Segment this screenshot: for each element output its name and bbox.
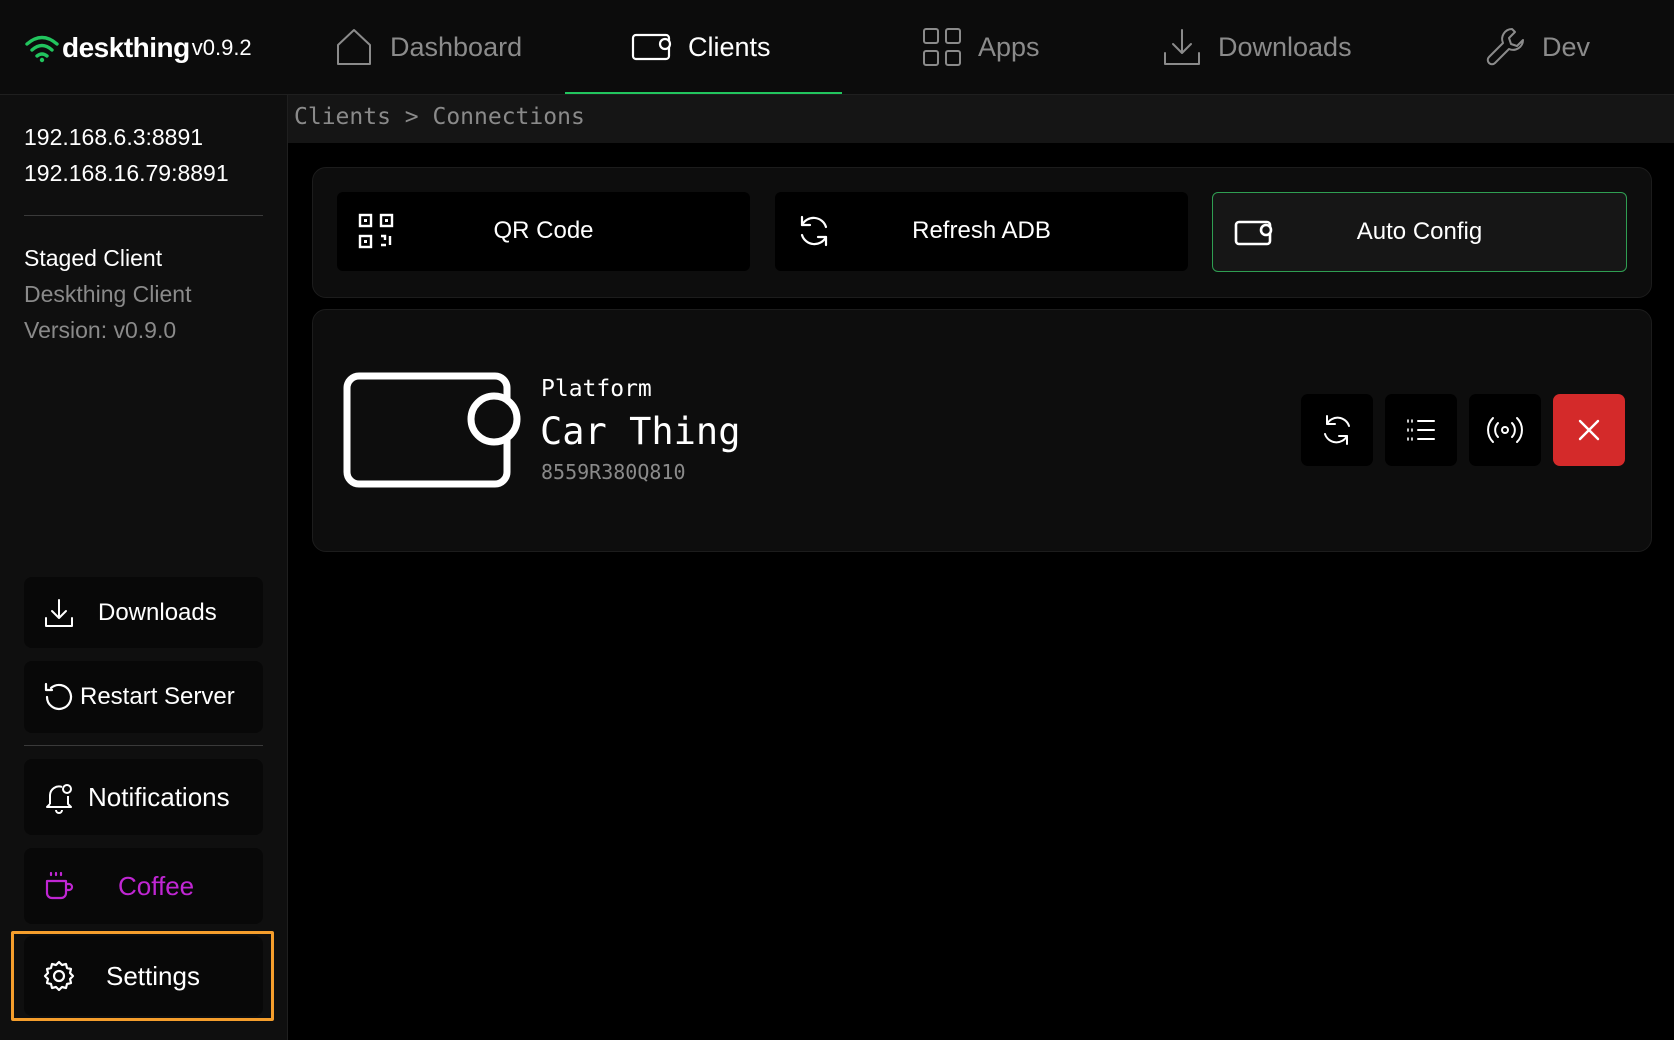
server-address: 192.168.16.79:8891 — [24, 160, 229, 186]
device-refresh-button[interactable] — [1301, 394, 1373, 466]
home-icon — [337, 29, 371, 65]
device-name: Car Thing — [540, 410, 741, 453]
server-address: 192.168.6.3:8891 — [24, 124, 204, 150]
staged-client-title: Staged Client — [24, 245, 163, 271]
close-icon — [1578, 419, 1600, 441]
app-version: v0.9.2 — [191, 35, 252, 60]
nav-dev[interactable]: Dev — [1484, 0, 1590, 94]
restart-server-label: Restart Server — [80, 683, 235, 710]
nav-downloads[interactable]: Downloads — [1160, 0, 1352, 94]
nav-dashboard[interactable]: Dashboard — [332, 0, 522, 94]
download-icon — [45, 598, 73, 627]
notifications-label: Notifications — [88, 781, 230, 812]
device-serial: 8559R380Q810 — [541, 460, 686, 484]
disconnect-button[interactable] — [1553, 394, 1625, 466]
app-name: deskthing — [62, 32, 190, 63]
staged-client-name: Deskthing Client — [24, 281, 192, 307]
coffee-button[interactable]: Coffee — [24, 848, 263, 924]
divider — [24, 215, 263, 216]
divider — [24, 745, 263, 746]
downloads-button[interactable]: Downloads — [24, 577, 263, 648]
nav-downloads-label: Downloads — [1218, 31, 1352, 62]
nav-clients-label: Clients — [688, 31, 771, 62]
bell-icon — [46, 784, 72, 814]
refresh-adb-button[interactable]: Refresh ADB — [775, 192, 1188, 271]
qr-code-label: QR Code — [493, 217, 594, 244]
device-ping-button[interactable] — [1469, 394, 1541, 466]
staged-client-version: Version: v0.9.0 — [24, 317, 177, 343]
wifi-icon — [25, 35, 59, 63]
broadcast-icon — [1487, 417, 1523, 443]
notifications-button[interactable]: Notifications — [24, 759, 263, 835]
coffee-label: Coffee — [118, 870, 195, 901]
settings-label: Settings — [106, 960, 200, 991]
qr-code-button[interactable]: QR Code — [337, 192, 750, 271]
nav-dev-label: Dev — [1542, 31, 1591, 62]
download-icon — [1164, 29, 1200, 65]
nav-apps-label: Apps — [978, 31, 1040, 62]
settings-button[interactable]: Settings — [24, 936, 263, 1016]
breadcrumb: Clients > Connections — [294, 104, 585, 130]
gear-icon — [43, 960, 75, 992]
nav-apps[interactable]: Apps — [920, 0, 1040, 94]
refresh-icon — [1324, 415, 1350, 445]
wrench-icon — [1486, 28, 1524, 66]
list-icon — [1407, 419, 1435, 441]
downloads-button-label: Downloads — [98, 598, 217, 626]
nav-clients[interactable]: Clients — [630, 0, 771, 94]
auto-config-label: Auto Config — [1356, 218, 1483, 245]
grid-icon — [923, 28, 961, 66]
active-tab-indicator — [565, 92, 842, 94]
device-icon — [631, 33, 672, 61]
app-logo: deskthing v0.9.2 — [24, 28, 252, 68]
nav-dashboard-label: Dashboard — [390, 31, 523, 62]
device-details-button[interactable] — [1385, 394, 1457, 466]
car-thing-device-icon — [343, 372, 521, 488]
restart-server-button[interactable]: Restart Server — [24, 661, 263, 733]
device-platform-label: Platform — [541, 376, 652, 402]
refresh-adb-label: Refresh ADB — [912, 217, 1051, 244]
restart-icon — [44, 682, 73, 710]
coffee-icon — [45, 871, 74, 900]
auto-config-button[interactable]: Auto Config — [1212, 192, 1627, 272]
